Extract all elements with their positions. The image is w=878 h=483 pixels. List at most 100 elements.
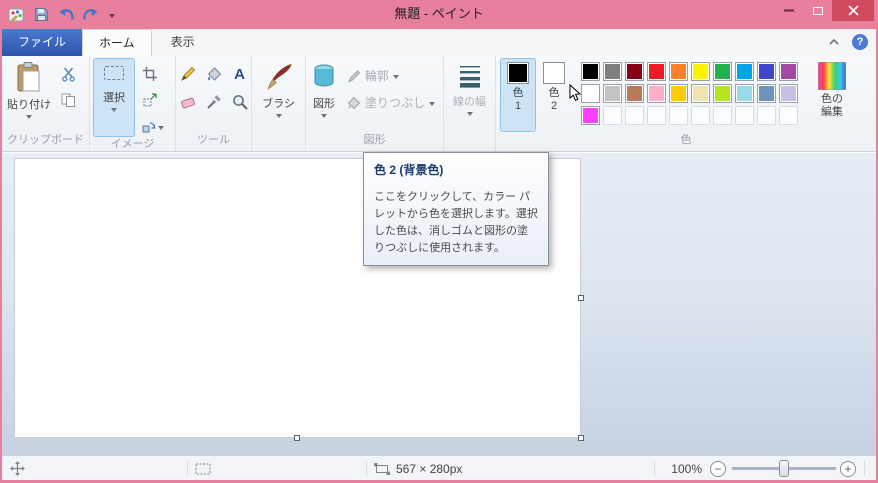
group-brushes: ブラシ (252, 56, 306, 151)
color2-label-line1: 色 (548, 87, 560, 99)
shape-fill-button[interactable]: 塗りつぶし (342, 90, 440, 115)
zoom-slider[interactable] (732, 456, 836, 481)
fill-bucket-button[interactable] (202, 63, 226, 85)
group-tools: A ツール (176, 56, 252, 151)
rotate-button[interactable] (138, 115, 168, 137)
group-label-image: イメージ (110, 138, 155, 150)
canvas-resize-handle-bottom[interactable] (294, 435, 300, 441)
palette-swatch-empty[interactable] (713, 106, 732, 125)
paint-window: 無題 - ペイント ファイル ホーム 表示 ? 貼り付け クリップボード 選択 … (0, 0, 878, 483)
chevron-down-icon (26, 115, 32, 119)
shape-fill-label: 塗りつぶし (364, 96, 425, 110)
paste-icon (17, 62, 40, 92)
palette-swatch[interactable] (669, 84, 688, 103)
canvas-resize-handle-right[interactable] (578, 295, 584, 301)
close-button[interactable] (832, 0, 874, 21)
shape-outline-button[interactable]: 輪郭 (342, 63, 440, 88)
minimize-button[interactable] (774, 0, 803, 21)
text-tool-button[interactable]: A (228, 63, 252, 85)
maximize-button[interactable] (803, 0, 832, 21)
resize-button[interactable] (138, 89, 162, 111)
pencil-button[interactable] (176, 63, 200, 85)
tab-file[interactable]: ファイル (2, 29, 83, 56)
move-cross-icon (10, 461, 25, 476)
color1-label-line1: 色 (512, 87, 524, 99)
shapes-label: 図形 (312, 98, 335, 110)
zoom-in-button[interactable]: + (840, 456, 856, 481)
edit-colors-button[interactable]: 色の 編集 (808, 58, 856, 133)
palette-swatch[interactable] (603, 84, 622, 103)
ribbon-tab-bar: ファイル ホーム 表示 ? (2, 29, 876, 56)
zoom-slider-thumb[interactable] (779, 460, 789, 477)
ribbon: 貼り付け クリップボード 選択 イメージ A ツール ブラシ 図形 輪郭 塗りつ… (2, 56, 876, 152)
window-controls (774, 0, 874, 21)
color2-button[interactable]: 色 2 (536, 58, 572, 132)
palette-swatch[interactable] (647, 62, 666, 81)
canvas-resize-handle-corner[interactable] (578, 435, 584, 441)
shapes-button[interactable]: 図形 (309, 58, 339, 133)
group-label-colors: 色 (680, 134, 692, 146)
selection-size-icon (195, 463, 211, 474)
collapse-ribbon-button[interactable] (828, 35, 840, 49)
palette-swatch[interactable] (757, 62, 776, 81)
palette-swatch-empty[interactable] (735, 106, 754, 125)
paste-button[interactable]: 貼り付け (5, 58, 53, 133)
palette-swatch[interactable] (757, 84, 776, 103)
crop-button[interactable] (138, 63, 162, 85)
palette-swatch[interactable] (647, 84, 666, 103)
palette-swatch[interactable] (735, 62, 754, 81)
palette-swatch-empty[interactable] (757, 106, 776, 125)
select-button[interactable]: 選択 (93, 58, 135, 137)
brushes-button[interactable]: ブラシ (255, 58, 302, 133)
tooltip-title: 色 2 (背景色) (374, 163, 444, 177)
color-picker-button[interactable] (202, 91, 226, 113)
palette-swatch[interactable] (691, 62, 710, 81)
palette-swatch[interactable] (581, 84, 600, 103)
group-label-size (444, 133, 495, 151)
chevron-down-icon (429, 102, 435, 106)
palette-swatch-empty[interactable] (647, 106, 666, 125)
palette-swatch[interactable] (735, 84, 754, 103)
palette-swatch[interactable] (779, 62, 798, 81)
group-label-shapes: 図形 (363, 134, 386, 146)
line-width-button[interactable]: 線の幅 (447, 58, 492, 133)
palette-swatch-empty[interactable] (603, 106, 622, 125)
palette-swatch[interactable] (581, 106, 600, 125)
window-title: 無題 - ペイント (394, 6, 484, 21)
eraser-button[interactable] (176, 91, 200, 113)
color-palette (581, 62, 798, 133)
palette-swatch-empty[interactable] (691, 106, 710, 125)
zoom-level-text: 100% (671, 461, 702, 476)
palette-swatch[interactable] (779, 84, 798, 103)
palette-swatch[interactable] (625, 84, 644, 103)
edit-colors-icon (818, 62, 846, 90)
zoom-out-button[interactable]: − (710, 456, 726, 481)
color2-label-line2: 2 (550, 100, 558, 112)
palette-swatch[interactable] (669, 62, 688, 81)
fill-bucket-icon (207, 67, 221, 81)
palette-swatch[interactable] (713, 84, 732, 103)
palette-swatch-empty[interactable] (625, 106, 644, 125)
close-icon (847, 5, 859, 16)
line-width-icon (459, 66, 480, 88)
copy-button[interactable] (56, 89, 80, 111)
cut-icon (61, 67, 75, 82)
cut-button[interactable] (56, 63, 80, 85)
canvas-size-icon (374, 462, 390, 475)
palette-swatch[interactable] (713, 62, 732, 81)
tab-view[interactable]: 表示 (152, 29, 214, 56)
eyedropper-icon (206, 95, 221, 109)
tab-home[interactable]: ホーム (82, 29, 152, 56)
palette-swatch[interactable] (625, 62, 644, 81)
palette-swatch[interactable] (581, 62, 600, 81)
color1-button[interactable]: 色 1 (500, 58, 536, 132)
magnifier-button[interactable] (228, 91, 252, 113)
group-shapes: 図形 輪郭 塗りつぶし 図形 (306, 56, 444, 151)
palette-swatch-empty[interactable] (669, 106, 688, 125)
cursor-position-indicator (10, 456, 25, 481)
mouse-cursor (569, 83, 582, 106)
palette-swatch[interactable] (691, 84, 710, 103)
help-button[interactable]: ? (852, 34, 868, 50)
palette-swatch[interactable] (603, 62, 622, 81)
palette-swatch-empty[interactable] (779, 106, 798, 125)
